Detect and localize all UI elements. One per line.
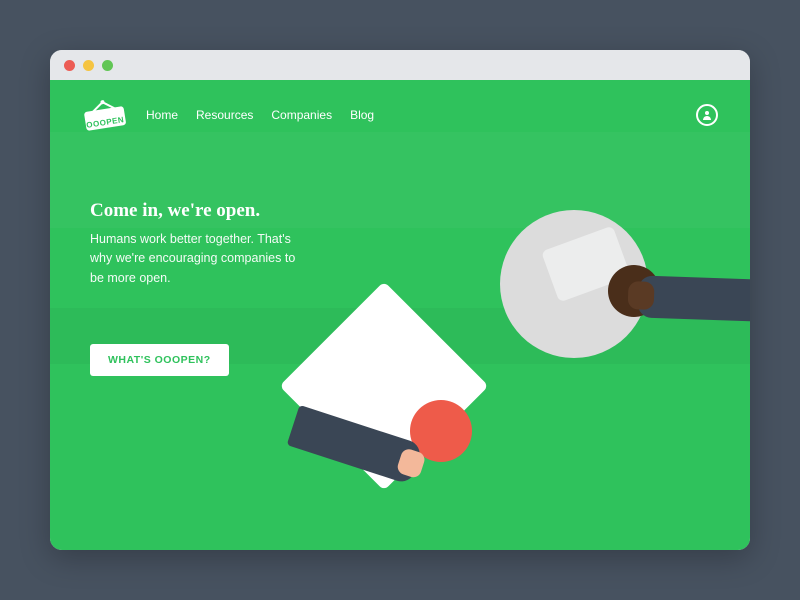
nav-resources[interactable]: Resources — [196, 108, 253, 122]
window-close-button[interactable] — [64, 60, 75, 71]
nav-home[interactable]: Home — [146, 108, 178, 122]
window-titlebar — [50, 50, 750, 80]
logo-text: OOOPEN — [86, 115, 125, 130]
window-minimize-button[interactable] — [83, 60, 94, 71]
page-content: OOOPEN Home Resources Companies Blog Com… — [50, 80, 750, 550]
account-icon[interactable] — [696, 104, 718, 126]
nav-companies[interactable]: Companies — [271, 108, 332, 122]
nav-blog[interactable]: Blog — [350, 108, 374, 122]
hero-heading: Come in, we're open. — [90, 200, 300, 222]
window-zoom-button[interactable] — [102, 60, 113, 71]
hero-body: Humans work better together. That's why … — [90, 230, 300, 288]
illustration-arm — [637, 275, 750, 322]
browser-window: OOOPEN Home Resources Companies Blog Com… — [50, 50, 750, 550]
logo[interactable]: OOOPEN — [82, 98, 128, 132]
cta-button[interactable]: WHAT'S OOOPEN? — [90, 344, 229, 376]
main-nav: Home Resources Companies Blog — [146, 108, 374, 122]
hero: Come in, we're open. Humans work better … — [50, 142, 340, 376]
